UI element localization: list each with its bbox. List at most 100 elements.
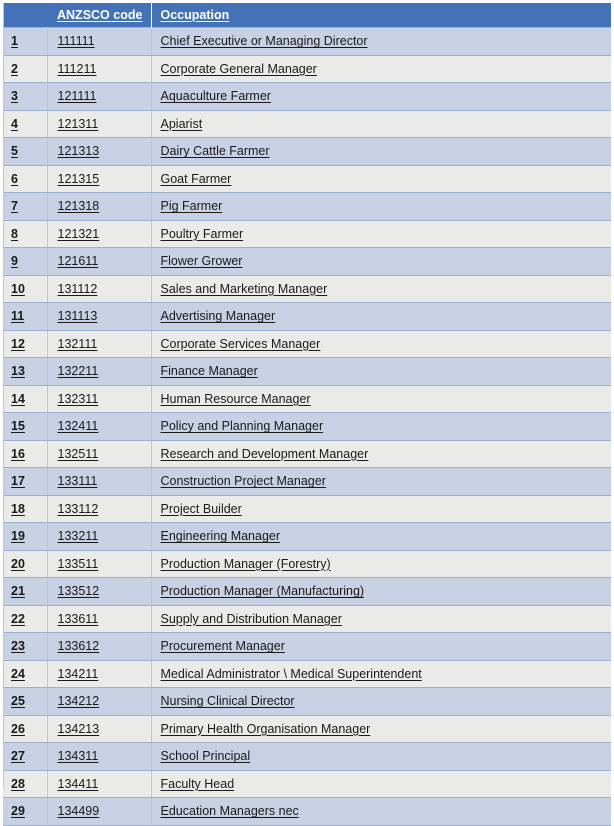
- anzsco-code-cell[interactable]: 111211: [47, 55, 152, 83]
- anzsco-code-cell[interactable]: 133111: [47, 467, 152, 496]
- table-row[interactable]: 26 134213 Primary Health Organisation Mana…: [3, 715, 611, 743]
- occupation-cell[interactable]: Engineering Manager: [151, 522, 611, 551]
- occupation-cell[interactable]: Corporate Services Manager: [151, 330, 611, 358]
- table-row[interactable]: 6 121315 Goat Farmer: [3, 165, 611, 193]
- table-row[interactable]: 1 111111 Chief Executive or Managing Direc…: [3, 27, 611, 56]
- table-row[interactable]: 16 132511 Research and Development Manager: [3, 440, 611, 468]
- column-header-occupation[interactable]: Occupation: [150, 3, 611, 28]
- anzsco-code-cell[interactable]: 132511: [47, 440, 152, 468]
- occupation-cell[interactable]: Poultry Farmer: [151, 220, 611, 248]
- table-row[interactable]: 22 133611 Supply and Distribution Manager: [3, 605, 611, 633]
- occupation-cell[interactable]: Finance Manager: [151, 357, 611, 386]
- anzsco-code-cell[interactable]: 134411: [47, 770, 152, 798]
- anzsco-code-label: 133511: [57, 556, 99, 571]
- anzsco-code-label: 121111: [57, 89, 97, 104]
- anzsco-code-cell[interactable]: 134212: [47, 687, 152, 716]
- table-row[interactable]: 8 121321 Poultry Farmer: [3, 220, 611, 248]
- occupation-cell[interactable]: Corporate General Manager: [151, 55, 611, 83]
- row-index-label: 6: [11, 171, 18, 186]
- occupation-cell[interactable]: Production Manager (Manufacturing): [151, 577, 611, 606]
- table-row[interactable]: 23 133612 Procurement Manager: [3, 632, 611, 661]
- anzsco-code-cell[interactable]: 121315: [47, 165, 152, 193]
- table-row[interactable]: 2 111211 Corporate General Manager: [3, 55, 611, 83]
- occupation-cell[interactable]: Sales and Marketing Manager: [151, 275, 611, 303]
- anzsco-code-label: 111111: [57, 34, 95, 49]
- anzsco-code-label: 132111: [57, 336, 98, 351]
- occupation-cell[interactable]: Chief Executive or Managing Director: [151, 27, 611, 56]
- occupation-cell[interactable]: Apiarist: [151, 110, 611, 138]
- table-row[interactable]: 14 132311 Human Resource Manager: [3, 385, 611, 413]
- table-row[interactable]: 9 121611 Flower Grower: [3, 247, 611, 276]
- anzsco-code-cell[interactable]: 133511: [47, 550, 152, 578]
- table-row[interactable]: 4 121311 Apiarist: [3, 110, 611, 138]
- table-row[interactable]: 10 131112 Sales and Marketing Manager: [3, 275, 611, 303]
- occupation-cell[interactable]: Primary Health Organisation Manager: [151, 715, 611, 743]
- table-row[interactable]: 20 133511 Production Manager (Forestry): [3, 550, 611, 578]
- anzsco-code-cell[interactable]: 121111: [47, 82, 152, 111]
- column-header-anzsco-code[interactable]: ANZSCO code: [47, 3, 151, 28]
- anzsco-code-label: 121321: [57, 226, 100, 241]
- anzsco-code-cell[interactable]: 133112: [47, 495, 152, 523]
- table-row[interactable]: 27 134311 School Principal: [3, 742, 611, 771]
- occupation-cell[interactable]: Project Builder: [151, 495, 611, 523]
- table-row[interactable]: 24 134211 Medical Administrator \ Medical …: [3, 660, 611, 688]
- occupation-cell[interactable]: Nursing Clinical Director: [151, 687, 611, 716]
- anzsco-code-cell[interactable]: 121611: [47, 247, 152, 276]
- row-index-cell: 3: [3, 82, 48, 111]
- anzsco-code-cell[interactable]: 133512: [47, 577, 152, 606]
- anzsco-code-cell[interactable]: 121318: [47, 192, 152, 221]
- anzsco-code-cell[interactable]: 121313: [47, 137, 152, 166]
- occupation-cell[interactable]: Construction Project Manager: [151, 467, 611, 496]
- table-row[interactable]: 15 132411 Policy and Planning Manager: [3, 412, 611, 441]
- occupation-cell[interactable]: Dairy Cattle Farmer: [151, 137, 611, 166]
- anzsco-code-cell[interactable]: 132211: [47, 357, 152, 386]
- occupation-label: Human Resource Manager: [160, 391, 311, 406]
- anzsco-code-cell[interactable]: 131113: [47, 302, 152, 331]
- table-row[interactable]: 19 133211 Engineering Manager: [3, 522, 611, 551]
- table-left-border: [3, 3, 4, 788]
- occupation-cell[interactable]: Procurement Manager: [151, 632, 611, 661]
- table-row[interactable]: 7 121318 Pig Farmer: [3, 192, 611, 221]
- anzsco-code-cell[interactable]: 131112: [47, 275, 152, 303]
- anzsco-code-cell[interactable]: 132411: [47, 412, 152, 441]
- occupation-cell[interactable]: Education Managers nec: [151, 797, 611, 826]
- table-row[interactable]: 21 133512 Production Manager (Manufacturin…: [3, 577, 611, 606]
- occupation-cell[interactable]: Research and Development Manager: [151, 440, 611, 468]
- table-row[interactable]: 11 131113 Advertising Manager: [3, 302, 611, 331]
- anzsco-code-cell[interactable]: 134211: [47, 660, 152, 688]
- column-header-index[interactable]: [3, 3, 47, 28]
- anzsco-code-cell[interactable]: 133612: [47, 632, 152, 661]
- occupation-cell[interactable]: Aquaculture Farmer: [151, 82, 611, 111]
- occupation-cell[interactable]: Policy and Planning Manager: [151, 412, 611, 441]
- anzsco-code-cell[interactable]: 134499: [47, 797, 152, 826]
- occupation-cell[interactable]: Goat Farmer: [151, 165, 611, 193]
- anzsco-code-cell[interactable]: 134311: [47, 742, 152, 771]
- anzsco-code-cell[interactable]: 111111: [47, 27, 152, 56]
- table-row[interactable]: 12 132111 Corporate Services Manager: [3, 330, 611, 358]
- table-row[interactable]: 18 133112 Project Builder: [3, 495, 611, 523]
- occupation-cell[interactable]: Advertising Manager: [151, 302, 611, 331]
- occupation-cell[interactable]: Human Resource Manager: [151, 385, 611, 413]
- table-row[interactable]: 3 121111 Aquaculture Farmer: [3, 82, 611, 111]
- table-row[interactable]: 13 132211 Finance Manager: [3, 357, 611, 386]
- table-row[interactable]: 5 121313 Dairy Cattle Farmer: [3, 137, 611, 166]
- table-row[interactable]: 17 133111 Construction Project Manager: [3, 467, 611, 496]
- occupation-cell[interactable]: Medical Administrator \ Medical Superint…: [151, 660, 611, 688]
- anzsco-code-cell[interactable]: 133611: [47, 605, 152, 633]
- occupation-cell[interactable]: Flower Grower: [151, 247, 611, 276]
- anzsco-code-cell[interactable]: 132111: [47, 330, 152, 358]
- occupation-cell[interactable]: Production Manager (Forestry): [151, 550, 611, 578]
- table-row[interactable]: 28 134411 Faculty Head: [3, 770, 611, 798]
- occupation-cell[interactable]: Pig Farmer: [151, 192, 611, 221]
- anzsco-code-cell[interactable]: 134213: [47, 715, 152, 743]
- occupation-label: Dairy Cattle Farmer: [160, 144, 270, 159]
- anzsco-code-cell[interactable]: 132311: [47, 385, 152, 413]
- table-row[interactable]: 29 134499 Education Managers nec: [3, 797, 611, 826]
- occupation-cell[interactable]: School Principal: [151, 742, 611, 771]
- anzsco-code-cell[interactable]: 121311: [47, 110, 152, 138]
- occupation-cell[interactable]: Supply and Distribution Manager: [151, 605, 611, 633]
- table-row[interactable]: 25 134212 Nursing Clinical Director: [3, 687, 611, 716]
- anzsco-code-cell[interactable]: 121321: [47, 220, 152, 248]
- anzsco-code-cell[interactable]: 133211: [47, 522, 152, 551]
- occupation-cell[interactable]: Faculty Head: [151, 770, 611, 798]
